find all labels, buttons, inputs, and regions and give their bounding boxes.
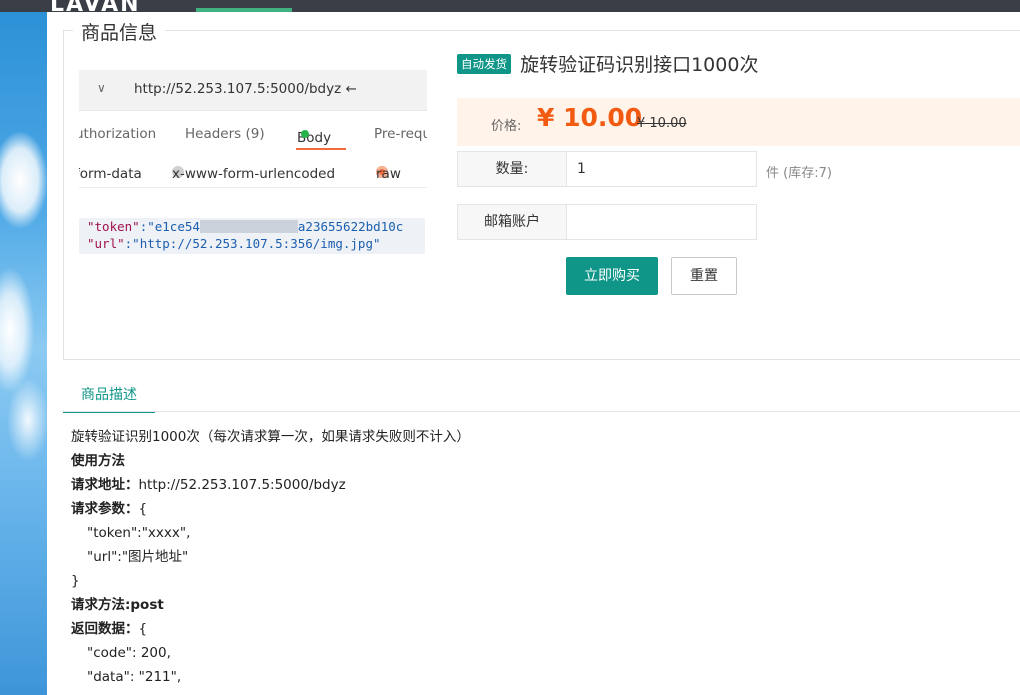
code-key: "url" [87,236,125,251]
main-content: 商品信息 ∨ http://52.253.107.5:5000/bdyz ← u… [47,12,1020,695]
image-url-bar: ∨ http://52.253.107.5:5000/bdyz ← [79,70,427,111]
email-input[interactable] [567,204,757,240]
description-line: "token":"xxxx", [87,525,191,541]
image-code-block: "token":"e1ce54 a23655622bd10c "url":"htt… [79,218,425,254]
description-line: "url":"图片地址" [87,549,189,565]
image-tab-prerequest: Pre-requ [374,126,427,142]
price-panel: 价格: ¥ 10.00 ¥ 10.00 [457,98,1020,146]
code-line: "token":"e1ce54 a23655622bd10c [87,218,425,235]
description-label: 返回数据： [71,621,139,637]
code-line: "url":"http://52.253.107.5:356/img.jpg" [87,235,425,252]
product-title: 旋转验证码识别接口1000次 [520,54,759,76]
auto-delivery-badge: 自动发货 [457,54,511,74]
description-line: 请求方法:post [71,597,164,613]
image-tabs: uthorization Headers (9) Body Pre-requ [79,122,427,152]
tab-description[interactable]: 商品描述 [63,384,155,413]
image-divider [79,187,427,188]
description-line: 旋转验证识别1000次（每次请求算一次，如果请求失败则不计入） [71,429,470,445]
image-radio-row: form-data x-www-form-urlencoded raw [79,158,427,182]
code-value: a23655622bd10c [297,219,404,234]
quantity-input[interactable] [567,151,757,187]
image-radio-label: raw [376,166,401,182]
sky-background [0,0,47,695]
description-label: 请求参数： [71,501,139,517]
description-text: http://52.253.107.5:5000/bdyz [138,477,346,493]
price-label: 价格: [491,119,522,134]
description-text: { [138,501,148,517]
image-tab-underline [296,148,346,150]
image-url-text: http://52.253.107.5:5000/bdyz ← [134,81,357,97]
buy-now-button[interactable]: 立即购买 [566,257,658,295]
code-value: :"http://52.253.107.5:356/img.jpg" [124,236,381,251]
reset-button[interactable]: 重置 [671,257,737,295]
quantity-label: 数量: [457,151,567,187]
code-value: :"e1ce54 [139,219,200,234]
product-title-row: 自动发货 旋转验证码识别接口1000次 [457,50,758,77]
tab-divider [63,411,1020,412]
description-line: 请求地址：http://52.253.107.5:5000/bdyz [71,473,971,497]
description-line: 请求参数：{ [71,497,971,521]
description-line: 返回数据：{ [71,617,971,641]
section-title: 商品信息 [73,18,166,45]
description-line: "data": "211", [87,669,182,685]
description-line: "code": 200, [87,645,171,661]
description-text: { [138,621,148,637]
email-label: 邮箱账户 [457,204,567,240]
chevron-down-icon: ∨ [97,81,106,95]
image-tab-authorization: uthorization [79,126,157,142]
original-price: ¥ 10.00 [637,116,687,131]
description-body: 旋转验证识别1000次（每次请求算一次，如果请求失败则不计入） 使用方法 请求地… [71,425,971,689]
code-key: "token" [87,219,140,234]
top-navbar: LAVAN [0,0,1020,17]
product-image: ∨ http://52.253.107.5:5000/bdyz ← uthori… [79,70,427,266]
stock-note: 件 (库存:7) [766,166,832,181]
description-line: 使用方法 [71,453,125,469]
image-radio-label: x-www-form-urlencoded [172,166,336,182]
description-label: 请求地址： [71,477,139,493]
blurred-redaction [199,220,298,233]
description-line: } [71,573,80,589]
price-value: ¥ 10.00 [537,103,643,132]
image-radio-label: form-data [79,166,142,182]
image-tab-headers: Headers (9) [185,126,265,142]
status-dot-icon [301,130,309,138]
